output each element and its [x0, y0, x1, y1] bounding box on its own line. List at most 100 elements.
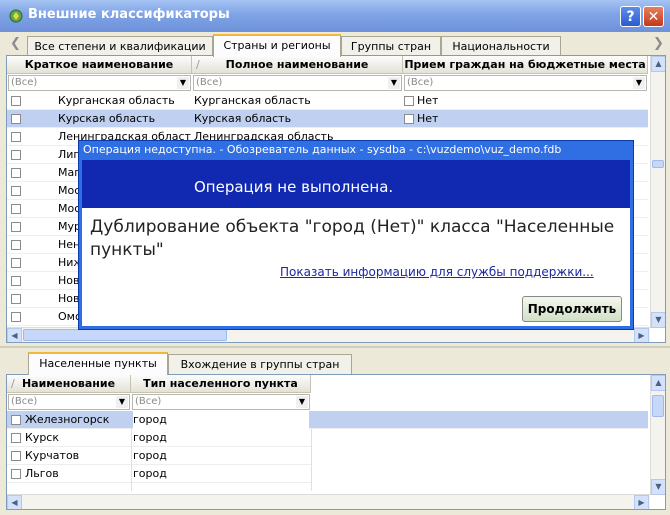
cell-short-name: Курганская область	[58, 94, 175, 107]
scroll-left-icon[interactable]: ◀	[7, 495, 22, 509]
help-button[interactable]: ?	[620, 6, 641, 27]
dropdown-arrow-icon[interactable]: ▼	[388, 77, 400, 89]
bottom-tab-strip: Населенные пункты Вхождение в группы стр…	[0, 352, 670, 375]
cell-name: Курчатов	[25, 449, 80, 462]
cell-budget: Нет	[417, 112, 439, 125]
cell-short-name: Нов	[58, 292, 80, 305]
column-header-full-name-label: Полное наименование	[225, 58, 369, 71]
dialog-title: Операция недоступна. - Обозреватель данн…	[83, 143, 562, 156]
table-row-selected[interactable]: Железногорск город	[7, 411, 648, 429]
tab-scroll-left-icon[interactable]: ❮	[10, 36, 21, 51]
tab-degrees[interactable]: Все степени и квалификации	[27, 36, 213, 56]
top-tab-strip: ❮ Все степени и квалификации Страны и ре…	[0, 34, 670, 57]
cell-name: Льгов	[25, 467, 59, 480]
vertical-scrollbar[interactable]: ▲ ▼	[650, 56, 665, 328]
cell-short-name: Нов	[58, 274, 80, 287]
column-header-name-label: Наименование	[21, 377, 116, 390]
row-checkbox[interactable]	[11, 294, 21, 304]
table-row[interactable]: Курск город	[7, 429, 311, 447]
scroll-thumb[interactable]	[652, 160, 664, 168]
row-checkbox[interactable]	[11, 150, 21, 160]
scroll-up-icon[interactable]: ▲	[651, 56, 665, 72]
scroll-left-icon[interactable]: ◀	[7, 328, 22, 342]
budget-checkbox[interactable]	[404, 96, 414, 106]
row-checkbox[interactable]	[11, 204, 21, 214]
cell-short-name: Нен	[58, 238, 81, 251]
error-dialog: Операция недоступна. - Обозреватель данн…	[78, 140, 634, 330]
scroll-thumb-horizontal[interactable]	[23, 329, 227, 341]
tab-countries-regions[interactable]: Страны и регионы	[213, 34, 341, 57]
row-checkbox[interactable]	[11, 469, 21, 479]
vertical-scrollbar[interactable]: ▲ ▼	[650, 375, 665, 495]
tab-settlements[interactable]: Населенные пункты	[28, 352, 168, 375]
column-divider	[311, 429, 312, 491]
continue-button[interactable]: Продолжить	[522, 296, 622, 322]
filter-short-name[interactable]: (Все) ▼	[8, 75, 191, 91]
filter-full-name[interactable]: (Все) ▼	[193, 75, 402, 91]
scroll-down-icon[interactable]: ▼	[651, 479, 665, 495]
row-checkbox[interactable]	[11, 433, 21, 443]
cell-settlement-type: город	[133, 467, 167, 480]
row-checkbox[interactable]	[11, 186, 21, 196]
row-checkbox[interactable]	[11, 240, 21, 250]
table-row[interactable]: Курганская область Курганская область Не…	[7, 92, 648, 110]
cell-settlement-type: город	[133, 411, 309, 429]
row-checkbox[interactable]	[11, 312, 21, 322]
classifiers-window: Внешние классификаторы ? ✕ ❮ Все степени…	[0, 0, 670, 515]
cell-full-name: Курганская область	[194, 94, 311, 107]
filter-settlement-type-value: (Все)	[135, 396, 162, 407]
splitter[interactable]	[0, 346, 670, 348]
table-row[interactable]: Льгов город	[7, 465, 311, 483]
row-checkbox[interactable]	[11, 258, 21, 268]
scroll-down-icon[interactable]: ▼	[651, 312, 665, 328]
row-checkbox[interactable]	[11, 276, 21, 286]
column-header-short-name[interactable]: Краткое наименование	[7, 56, 192, 74]
filter-name[interactable]: (Все) ▼	[8, 394, 130, 410]
dialog-message: Дублирование объекта "город (Нет)" класс…	[90, 217, 615, 260]
dropdown-arrow-icon[interactable]: ▼	[116, 396, 128, 408]
row-checkbox[interactable]	[11, 222, 21, 232]
close-button[interactable]: ✕	[643, 6, 664, 27]
column-header-name[interactable]: ∕ Наименование	[7, 375, 131, 393]
dialog-body: Дублирование объекта "город (Нет)" класс…	[82, 208, 630, 326]
table-row-selected[interactable]: Курская область Курская область Нет	[7, 110, 648, 128]
dropdown-arrow-icon[interactable]: ▼	[296, 396, 308, 408]
cell-name: Железногорск	[25, 413, 110, 426]
column-header-full-name[interactable]: ∕ Полное наименование	[192, 56, 403, 74]
table-row[interactable]: Курчатов город	[7, 447, 311, 465]
row-checkbox[interactable]	[11, 114, 21, 124]
row-checkbox[interactable]	[11, 96, 21, 106]
tab-country-group-membership[interactable]: Вхождение в группы стран	[168, 354, 352, 374]
budget-checkbox[interactable]	[404, 114, 414, 124]
column-header-budget[interactable]: Прием граждан на бюджетные места	[403, 56, 648, 74]
cell-short-name: Мос	[58, 202, 81, 215]
row-checkbox[interactable]	[11, 132, 21, 142]
filter-settlement-type[interactable]: (Все) ▼	[132, 394, 310, 410]
column-divider	[131, 429, 132, 491]
app-icon	[9, 9, 23, 23]
row-checkbox[interactable]	[11, 168, 21, 178]
dropdown-arrow-icon[interactable]: ▼	[633, 77, 645, 89]
row-checkbox[interactable]	[11, 415, 21, 425]
scroll-thumb[interactable]	[652, 395, 664, 417]
title-bar: Внешние классификаторы ? ✕	[0, 0, 670, 32]
row-checkbox[interactable]	[11, 451, 21, 461]
horizontal-scrollbar[interactable]: ◀ ▶	[7, 494, 650, 509]
cell-budget: Нет	[417, 94, 439, 107]
tab-nationalities[interactable]: Национальности	[441, 36, 561, 56]
filter-short-name-value: (Все)	[11, 77, 38, 88]
tab-scroll-right-icon[interactable]: ❯	[653, 36, 664, 51]
window-title: Внешние классификаторы	[28, 7, 230, 22]
scroll-right-icon[interactable]: ▶	[634, 328, 649, 342]
cell-name: Курск	[25, 431, 59, 444]
scroll-right-icon[interactable]: ▶	[634, 495, 649, 509]
filter-budget[interactable]: (Все) ▼	[404, 75, 647, 91]
sort-indicator-icon: ∕	[11, 377, 15, 390]
dropdown-arrow-icon[interactable]: ▼	[177, 77, 189, 89]
filter-name-value: (Все)	[11, 396, 38, 407]
column-header-settlement-type[interactable]: Тип населенного пункта	[131, 375, 311, 393]
scroll-up-icon[interactable]: ▲	[651, 375, 665, 391]
cell-short-name: Курская область	[58, 112, 156, 125]
support-info-link[interactable]: Показать информацию для службы поддержки…	[280, 265, 594, 279]
tab-country-groups[interactable]: Группы стран	[341, 36, 441, 56]
